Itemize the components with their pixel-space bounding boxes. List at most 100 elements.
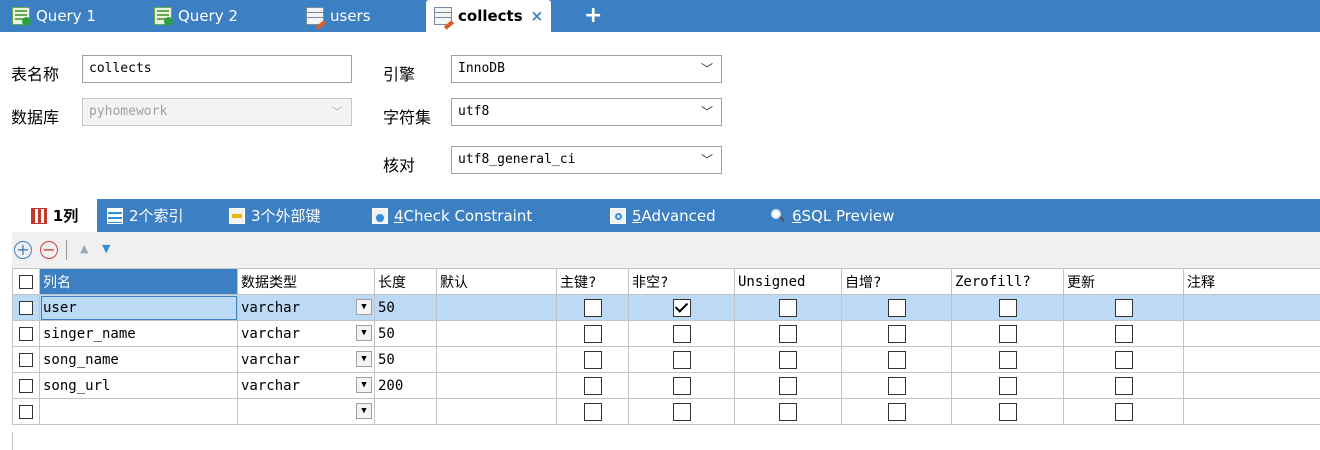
tab-query-2[interactable]: Query 2 [154, 0, 238, 32]
checkbox[interactable] [19, 352, 33, 367]
checkbox[interactable] [672, 350, 691, 369]
row-select-cell[interactable] [12, 320, 40, 347]
header-update[interactable]: 更新 [1063, 268, 1184, 295]
checkbox[interactable] [998, 298, 1017, 317]
field-type-cell[interactable]: varchar ▼ [237, 346, 375, 373]
select-all-header[interactable] [12, 268, 40, 295]
auto-increment-cell[interactable] [841, 398, 952, 425]
row-select-cell[interactable] [12, 398, 40, 425]
header-default[interactable]: 默认 [436, 268, 557, 295]
row-select-cell[interactable] [12, 346, 40, 373]
field-default-cell[interactable] [436, 372, 557, 399]
checkbox[interactable] [583, 324, 602, 343]
checkbox[interactable] [19, 326, 33, 341]
checkbox[interactable] [583, 298, 602, 317]
table-row[interactable]: singer_name varchar ▼ 50 [12, 320, 1320, 347]
update-cell[interactable] [1063, 398, 1184, 425]
unsigned-cell[interactable] [734, 346, 842, 373]
field-type-cell[interactable]: ▼ [237, 398, 375, 425]
checkbox[interactable] [887, 350, 906, 369]
checkbox[interactable] [998, 402, 1017, 421]
checkbox[interactable] [672, 324, 691, 343]
tab-indexes[interactable]: 2 个索引 [107, 199, 184, 232]
field-comment-cell[interactable] [1183, 398, 1320, 425]
primary-key-cell[interactable] [556, 346, 629, 373]
update-cell[interactable] [1063, 346, 1184, 373]
chevron-down-icon[interactable]: ▼ [356, 351, 372, 367]
checkbox[interactable] [779, 350, 797, 369]
zerofill-cell[interactable] [951, 294, 1064, 321]
checkbox[interactable] [1114, 376, 1133, 395]
add-field-button[interactable]: + [14, 241, 32, 259]
update-cell[interactable] [1063, 320, 1184, 347]
checkbox[interactable] [887, 376, 906, 395]
header-comment[interactable]: 注释 [1183, 268, 1320, 295]
field-comment-cell[interactable] [1183, 294, 1320, 321]
auto-increment-cell[interactable] [841, 372, 952, 399]
move-down-button[interactable]: ▼ [102, 242, 110, 255]
zerofill-cell[interactable] [951, 372, 1064, 399]
header-primary-key[interactable]: 主键? [556, 268, 629, 295]
checkbox[interactable] [998, 350, 1017, 369]
table-row[interactable]: ▼ [12, 398, 1320, 425]
field-length-cell[interactable]: 50 [374, 346, 437, 373]
checkbox[interactable] [779, 402, 797, 421]
field-comment-cell[interactable] [1183, 372, 1320, 399]
header-name[interactable]: 列名 [39, 268, 238, 295]
unsigned-cell[interactable] [734, 294, 842, 321]
header-length[interactable]: 长度 [374, 268, 437, 295]
not-null-cell[interactable] [628, 372, 735, 399]
table-name-input[interactable]: collects [82, 55, 352, 83]
checkbox[interactable] [19, 300, 33, 315]
header-type[interactable]: 数据类型 [237, 268, 375, 295]
checkbox[interactable] [779, 376, 797, 395]
chevron-down-icon[interactable]: ▼ [356, 299, 372, 315]
tab-query-1[interactable]: Query 1 [12, 0, 96, 32]
primary-key-cell[interactable] [556, 294, 629, 321]
auto-increment-cell[interactable] [841, 320, 952, 347]
auto-increment-cell[interactable] [841, 294, 952, 321]
header-unsigned[interactable]: Unsigned [734, 268, 842, 295]
field-name-cell[interactable]: singer_name [39, 320, 238, 347]
field-type-cell[interactable]: varchar ▼ [237, 372, 375, 399]
field-name-cell[interactable]: song_name [39, 346, 238, 373]
checkbox[interactable] [887, 324, 906, 343]
header-zerofill[interactable]: Zerofill? [951, 268, 1064, 295]
field-comment-cell[interactable] [1183, 320, 1320, 347]
checkbox[interactable] [1114, 324, 1133, 343]
primary-key-cell[interactable] [556, 372, 629, 399]
row-select-cell[interactable] [12, 372, 40, 399]
primary-key-cell[interactable] [556, 320, 629, 347]
checkbox[interactable] [779, 298, 797, 317]
field-name-cell[interactable]: song_url [39, 372, 238, 399]
checkbox[interactable] [887, 402, 906, 421]
checkbox[interactable] [672, 376, 691, 395]
charset-select[interactable]: utf8 ﹀ [451, 98, 722, 126]
field-name-cell[interactable]: user [39, 294, 238, 321]
update-cell[interactable] [1063, 372, 1184, 399]
field-length-cell[interactable]: 50 [374, 294, 437, 321]
field-comment-cell[interactable] [1183, 346, 1320, 373]
field-default-cell[interactable] [436, 320, 557, 347]
not-null-cell[interactable] [628, 346, 735, 373]
field-length-cell[interactable]: 200 [374, 372, 437, 399]
update-cell[interactable] [1063, 294, 1184, 321]
close-icon[interactable]: × [531, 7, 544, 25]
checkbox[interactable] [19, 404, 33, 419]
tab-columns[interactable]: 1 列 [12, 199, 97, 232]
checkbox[interactable] [1114, 402, 1133, 421]
field-type-cell[interactable]: varchar ▼ [237, 294, 375, 321]
not-null-cell[interactable] [628, 320, 735, 347]
checkbox[interactable] [19, 274, 33, 289]
not-null-cell[interactable] [628, 294, 735, 321]
table-row[interactable]: song_name varchar ▼ 50 [12, 346, 1320, 373]
unsigned-cell[interactable] [734, 398, 842, 425]
remove-field-button[interactable]: − [40, 241, 58, 259]
table-row[interactable]: user varchar ▼ 50 [12, 294, 1320, 321]
unsigned-cell[interactable] [734, 372, 842, 399]
auto-increment-cell[interactable] [841, 346, 952, 373]
field-type-cell[interactable]: varchar ▼ [237, 320, 375, 347]
field-default-cell[interactable] [436, 294, 557, 321]
collation-select[interactable]: utf8_general_ci ﹀ [451, 146, 722, 174]
header-auto-increment[interactable]: 自增? [841, 268, 952, 295]
